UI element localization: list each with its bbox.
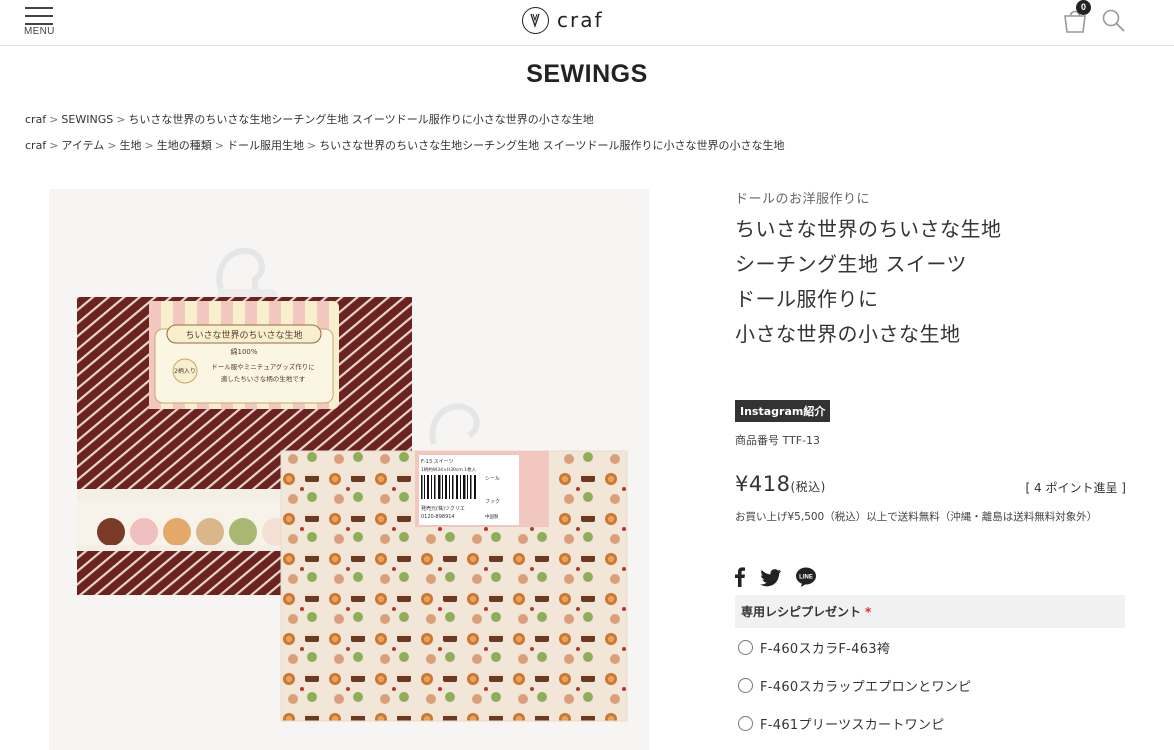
- points-label: [ 4 ポイント進呈 ]: [1025, 481, 1126, 495]
- tag-code: F-13 スイーツ: [421, 459, 454, 465]
- facebook-icon[interactable]: [734, 566, 746, 588]
- instagram-badge[interactable]: Instagram紹介: [735, 400, 831, 422]
- product-title-line: 小さな世界の小さな生地: [735, 322, 961, 346]
- tag-size: 1柄約W34×H30cm 1枚入: [421, 466, 477, 473]
- recipe-gift-heading-label: 専用レシピプレゼント: [741, 605, 862, 619]
- breadcrumb-current: ちいさな世界のちいさな生地シーチング生地 スイーツドール服作りに小さな世界の小さ…: [319, 139, 785, 152]
- twitter-icon[interactable]: [760, 566, 782, 588]
- breadcrumb-link-fabric[interactable]: 生地: [120, 139, 142, 152]
- site-logo[interactable]: craf: [522, 5, 604, 35]
- product-title-line: シーチング生地 スイーツ: [735, 252, 967, 276]
- price-tax-label: (税込): [790, 480, 826, 494]
- breadcrumb: craf > SEWINGS > ちいさな世界のちいさな生地シーチング生地 スイーツドー…: [25, 113, 594, 126]
- breadcrumb-link-craf[interactable]: craf: [25, 139, 46, 152]
- logo-text: craf: [557, 8, 604, 32]
- tag-origin: 中国製: [485, 513, 499, 520]
- tag-maker: 発売元(株)ツクリエ: [421, 505, 465, 512]
- label-desc-1: ドール服やミニチュアグッズ作りに: [211, 362, 315, 371]
- breadcrumb-link-fabric-type[interactable]: 生地の種類: [157, 139, 212, 152]
- product-title-line: ちいさな世界のちいさな生地: [735, 217, 1002, 241]
- recipe-option-label: F-460スカラップエプロンとワンピ: [760, 679, 972, 695]
- search-icon[interactable]: [1101, 8, 1127, 34]
- recipe-option[interactable]: F-461プリーツスカートワンピ: [738, 712, 945, 734]
- product-code: 商品番号 TTF-13: [735, 434, 821, 447]
- logo-mark-icon: [522, 6, 549, 34]
- recipe-option[interactable]: F-460スカラップエプロンとワンピ: [738, 674, 971, 696]
- svg-text:LINE: LINE: [799, 575, 813, 581]
- breadcrumb-link-items[interactable]: アイテム: [61, 139, 104, 152]
- required-mark: *: [865, 605, 872, 619]
- site-header: MENU craf 0: [0, 0, 1174, 46]
- label-title: ちいさな世界のちいさな生地: [185, 329, 302, 341]
- label-desc-2: 適したちいさな柄の生地です: [221, 374, 306, 383]
- menu-button[interactable]: MENU: [22, 5, 58, 39]
- recipe-gift-heading: 専用レシピプレゼント *: [735, 595, 1125, 628]
- product-title: ちいさな世界のちいさな生地 シーチング生地 スイーツ ドール服作りに 小さな世界…: [735, 212, 1135, 352]
- label-count: 2柄入り: [174, 367, 196, 375]
- recipe-option-label: F-461プリーツスカートワンピ: [760, 717, 945, 733]
- recipe-option[interactable]: F-460スカラF-463袴: [738, 636, 890, 658]
- tag-seal: シール: [485, 476, 500, 482]
- product-title-line: ドール服作りに: [735, 287, 879, 311]
- page-title: SEWINGS: [526, 60, 648, 88]
- label-cotton: 綿100%: [230, 347, 257, 356]
- recipe-option-label: F-460スカラF-463袴: [760, 641, 891, 657]
- breadcrumb-category: craf > アイテム > 生地 > 生地の種類 > ドール服用生地 > ちいさな世界のちいさな生地…: [25, 139, 785, 152]
- line-icon[interactable]: LINE: [795, 566, 817, 588]
- breadcrumb-link-doll-fabric[interactable]: ドール服用生地: [227, 139, 304, 152]
- product-image[interactable]: ちいさな世界のちいさな生地 綿100% 2柄入り ドール服やミニチュアグッズ作り…: [49, 189, 649, 750]
- radio-button[interactable]: [738, 639, 753, 655]
- radio-button[interactable]: [738, 715, 753, 731]
- breadcrumb-current: ちいさな世界のちいさな生地シーチング生地 スイーツドール服作りに小さな世界の小さ…: [128, 113, 594, 126]
- price: ¥418(税込): [735, 472, 826, 496]
- breadcrumb-link-sewings[interactable]: SEWINGS: [61, 113, 113, 126]
- tag-phone: 0120-898914: [421, 514, 455, 520]
- product-subtitle: ドールのお洋服作りに: [735, 192, 871, 207]
- radio-button[interactable]: [738, 677, 753, 693]
- breadcrumb-link-craf[interactable]: craf: [25, 113, 46, 126]
- shipping-note: お買い上げ¥5,500（税込）以上で送料無料（沖縄・離島は送料無料対象外）: [735, 511, 1098, 523]
- menu-label: MENU: [24, 26, 55, 37]
- price-value: ¥418: [735, 472, 791, 496]
- cart-count-badge: 0: [1076, 0, 1091, 15]
- tag-hook: フック: [485, 499, 500, 505]
